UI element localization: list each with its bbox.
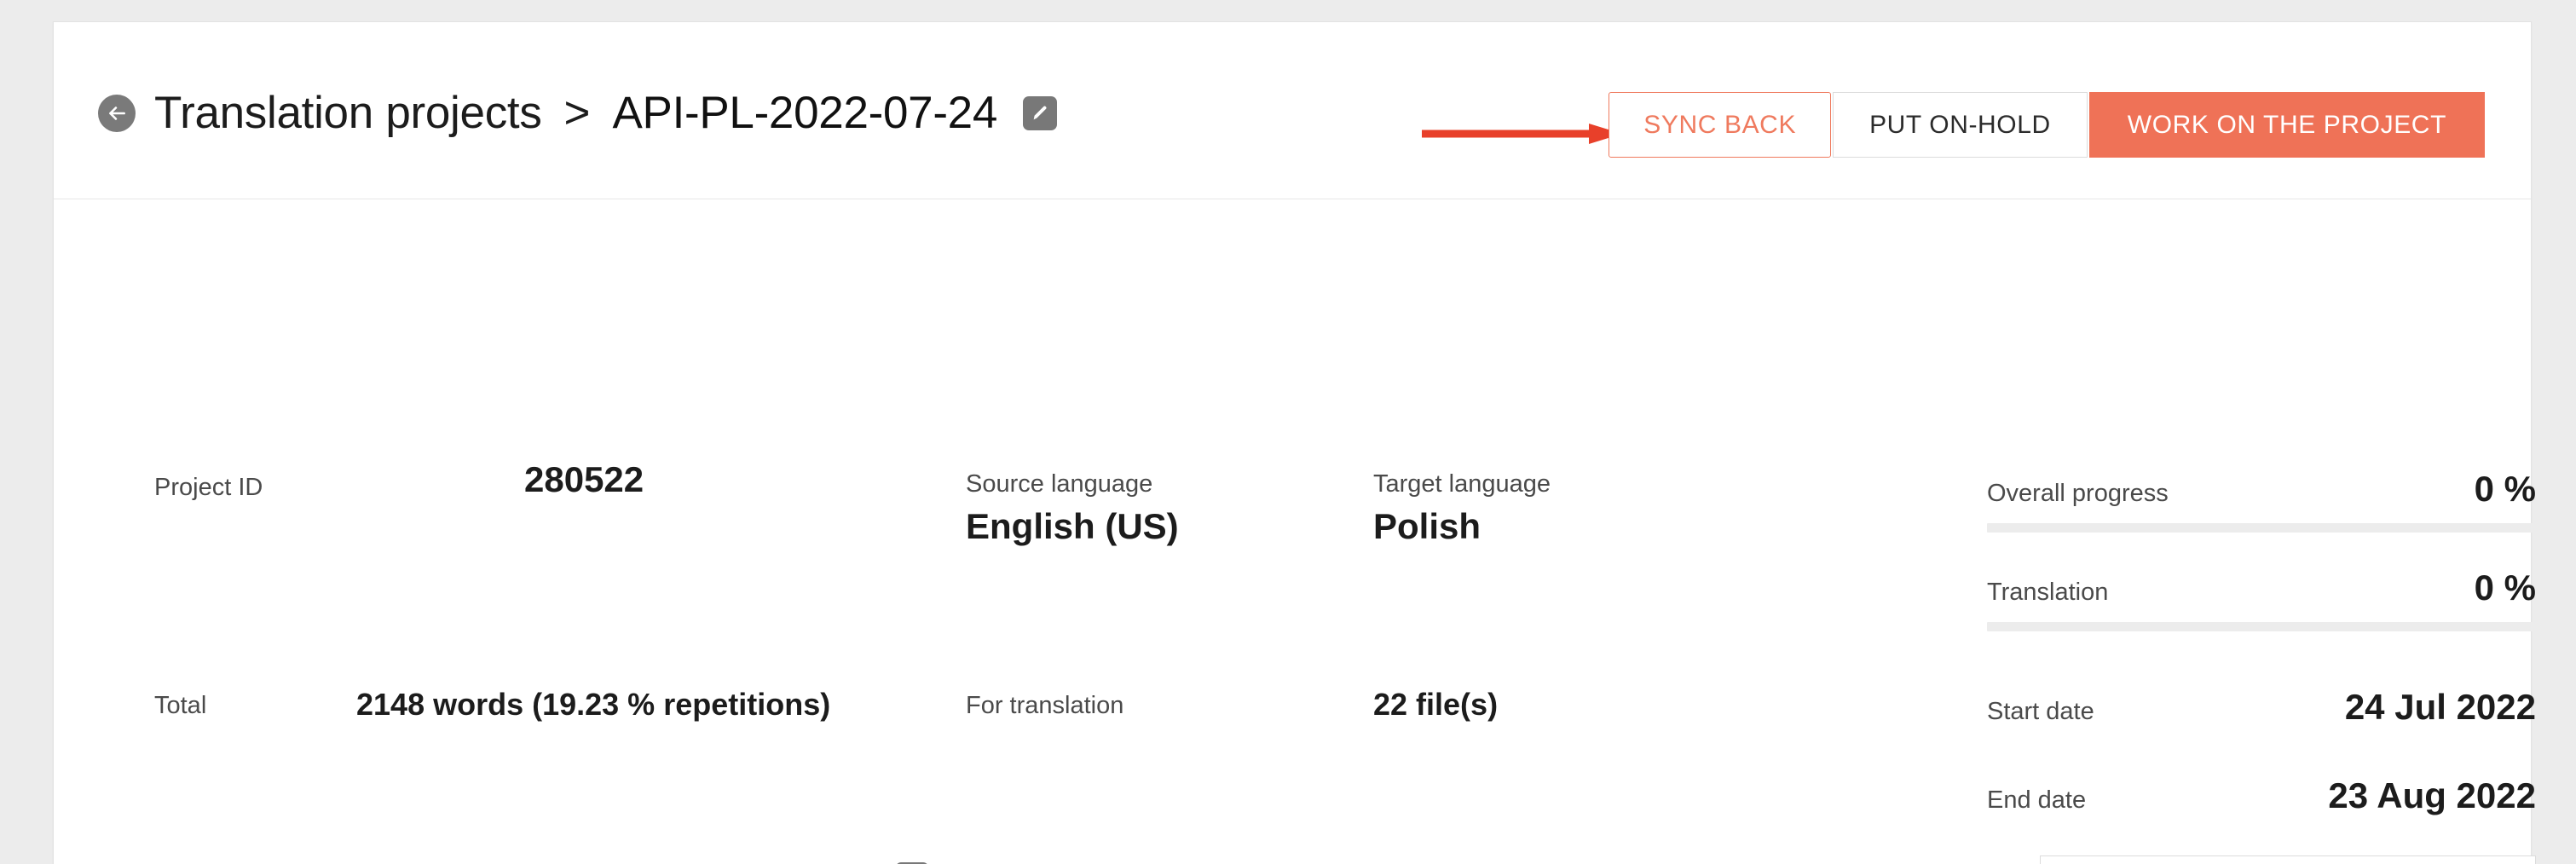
card-body: Project ID 280522 Total 2148 words (19.2… <box>54 199 2536 864</box>
source-language-label: Source language <box>966 470 1153 498</box>
progress-overall: Overall progress 0 % <box>1987 469 2536 533</box>
end-date-value: 23 Aug 2022 <box>2328 775 2536 815</box>
progress-bar-track <box>1987 622 2536 631</box>
work-on-the-project-button[interactable]: WORK ON THE PROJECT <box>2088 92 2485 158</box>
for-translation-label: For translation <box>966 692 1124 719</box>
target-language-label: Target language <box>1373 470 1551 498</box>
header-actions: SYNC BACK PUT ON-HOLD WORK ON THE PROJEC… <box>1609 92 2485 158</box>
card-header: Translation projects > API-PL-2022-07-24… <box>54 22 2531 199</box>
target-language-value: Polish <box>1373 506 1481 546</box>
breadcrumb: Translation projects > API-PL-2022-07-24 <box>98 88 1058 138</box>
progress-value: 0 % <box>2474 469 2536 509</box>
progress-bar-track <box>1987 523 2536 533</box>
source-language-value: English (US) <box>966 506 1179 546</box>
annotation-arrow-icon <box>1422 124 1622 144</box>
progress-label: Overall progress <box>1987 480 2169 507</box>
start-date-row: Start date 24 Jul 2022 <box>1987 687 2536 728</box>
progress-value: 0 % <box>2474 567 2536 608</box>
project-id-value: 280522 <box>524 459 644 499</box>
put-on-hold-button[interactable]: PUT ON-HOLD <box>1833 92 2088 158</box>
get-current-translation-button[interactable]: GET CURRENT TRANSLATION <box>2040 855 2536 864</box>
end-date-label: End date <box>1987 786 2087 814</box>
total-value: 2148 words (19.23 % repetitions) <box>356 687 831 722</box>
progress-translation: Translation 0 % <box>1987 567 2536 631</box>
for-translation-value: 22 file(s) <box>1373 687 1499 722</box>
project-detail-card: Translation projects > API-PL-2022-07-24… <box>53 21 2536 864</box>
pencil-icon[interactable] <box>1023 95 1058 130</box>
sync-back-button[interactable]: SYNC BACK <box>1609 92 1832 158</box>
page-title: API-PL-2022-07-24 <box>612 88 998 138</box>
back-arrow-icon[interactable] <box>98 94 136 132</box>
breadcrumb-separator: > <box>563 88 591 138</box>
breadcrumb-parent[interactable]: Translation projects <box>154 90 542 135</box>
start-date-value: 24 Jul 2022 <box>2344 687 2536 727</box>
progress-label: Translation <box>1987 579 2109 606</box>
page-root: Translation projects > API-PL-2022-07-24… <box>0 0 2576 864</box>
total-label: Total <box>154 692 207 719</box>
start-date-label: Start date <box>1987 698 2094 725</box>
project-id-label: Project ID <box>154 474 263 501</box>
end-date-row: End date 23 Aug 2022 <box>1987 775 2536 816</box>
